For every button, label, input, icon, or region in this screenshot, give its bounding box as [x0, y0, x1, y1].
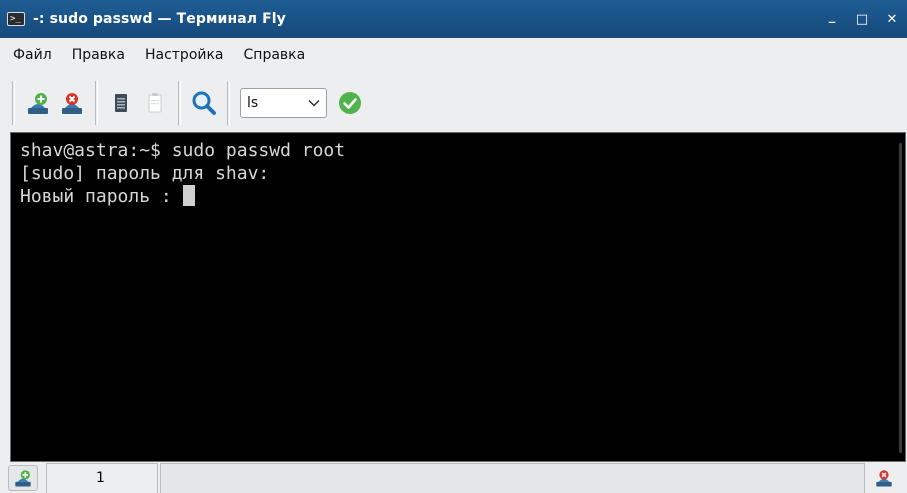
- search-icon: [192, 91, 216, 115]
- close-session-button[interactable]: [57, 88, 87, 118]
- new-session-button[interactable]: [23, 88, 53, 118]
- command-combo-value: ls: [247, 95, 259, 111]
- run-command-button[interactable]: [335, 88, 365, 118]
- copy-button[interactable]: [106, 88, 136, 118]
- window-controls: _ □ ✕: [825, 0, 899, 38]
- tab-bar-empty: [160, 462, 865, 493]
- search-button[interactable]: [189, 88, 219, 118]
- terminal-icon: >_: [7, 12, 25, 26]
- title-bar: >_ -: sudo passwd — Терминал Fly _ □ ✕: [0, 0, 907, 38]
- terminal-prompt-line: Новый пароль :: [20, 185, 905, 208]
- menu-edit[interactable]: Правка: [72, 47, 125, 63]
- terminal-line: shav@astra:~$ sudo passwd root: [20, 140, 346, 161]
- menu-settings[interactable]: Настройка: [145, 47, 224, 63]
- paste-button[interactable]: [140, 88, 170, 118]
- menu-help[interactable]: Справка: [244, 47, 306, 63]
- status-bar: 1: [0, 462, 907, 493]
- copy-icon: [115, 94, 127, 112]
- check-icon: [339, 92, 361, 114]
- minimize-icon[interactable]: _: [825, 9, 839, 24]
- session-tab-label: 1: [96, 470, 105, 486]
- session-tab[interactable]: 1: [46, 462, 158, 493]
- text-cursor: [182, 185, 195, 206]
- window-title: -: sudo passwd — Терминал Fly: [33, 11, 286, 27]
- toolbar-separator: [178, 81, 181, 125]
- menu-bar: Файл Правка Настройка Справка: [0, 41, 907, 69]
- command-combo[interactable]: ls: [240, 88, 327, 118]
- terminal-line: [sudo] пароль для shav:: [20, 163, 270, 184]
- menu-file[interactable]: Файл: [13, 47, 52, 63]
- chevron-down-icon: [308, 99, 320, 107]
- maximize-icon[interactable]: □: [855, 12, 869, 27]
- toolbar-separator: [95, 81, 98, 125]
- scrollbar[interactable]: [899, 143, 902, 453]
- new-tab-button[interactable]: [8, 464, 38, 491]
- paste-icon: [148, 93, 162, 113]
- toolbar-separator: [227, 81, 230, 125]
- terminal-line: Новый пароль :: [20, 186, 183, 207]
- close-tab-button[interactable]: [869, 465, 899, 491]
- toolbar-separator: [12, 81, 15, 125]
- new-session-icon: [28, 93, 48, 114]
- close-icon[interactable]: ✕: [885, 12, 899, 27]
- close-session-icon: [62, 93, 82, 114]
- new-session-icon: [15, 469, 31, 486]
- toolbar: ls: [0, 76, 907, 130]
- terminal-output[interactable]: shav@astra:~$ sudo passwd root [sudo] па…: [10, 132, 906, 462]
- close-session-icon: [876, 469, 892, 486]
